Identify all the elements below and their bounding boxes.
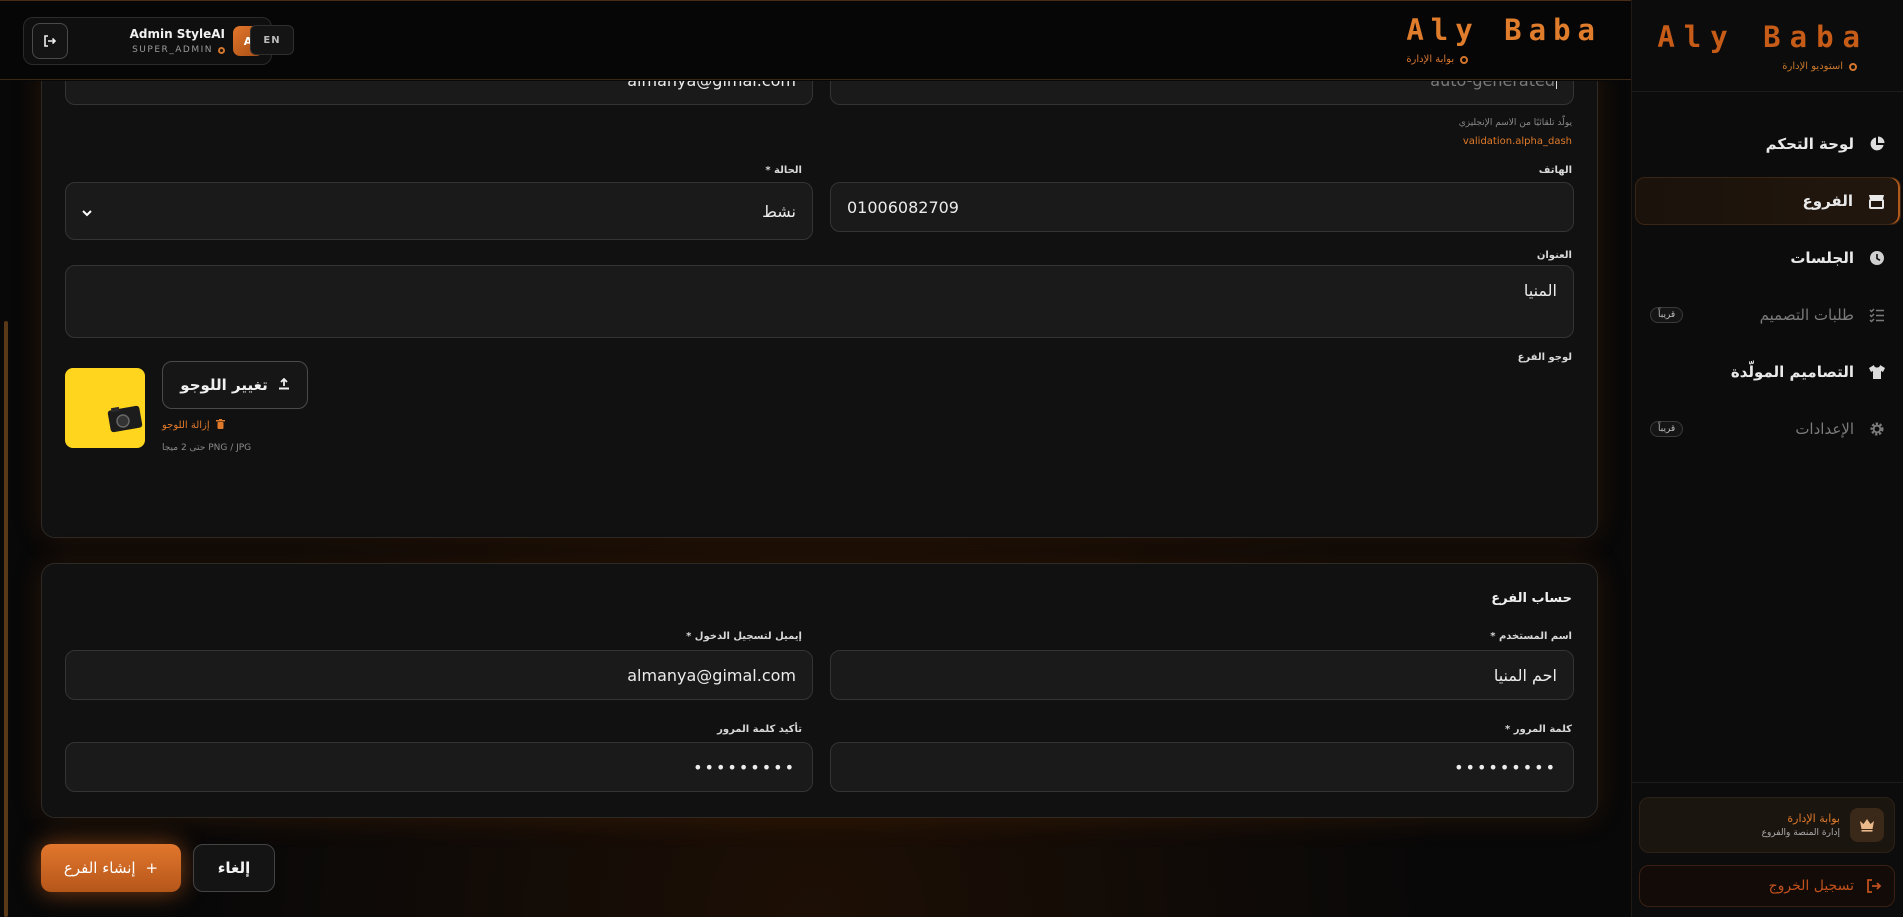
slug-error: validation.alpha_dash	[1462, 136, 1572, 147]
sidebar-subtitle-text: استوديو الإدارة	[1782, 61, 1843, 72]
shield-icon	[218, 46, 225, 54]
sidebar-item-label: الفروع	[1802, 192, 1853, 210]
user-profile: Admin StyleAI SUPER_ADMIN A	[23, 17, 272, 65]
logout-label: تسجيل الخروج	[1768, 878, 1854, 894]
remove-logo-link[interactable]: إزالة اللوجو	[162, 419, 225, 432]
status-label: الحالة *	[765, 165, 802, 176]
sidebar-subtitle: استوديو الإدارة	[1632, 61, 1869, 72]
exit-button[interactable]	[32, 23, 68, 59]
scrollbar[interactable]	[4, 321, 8, 917]
shield-icon	[1460, 55, 1469, 64]
sidebar-item-dashboard[interactable]: لوحة التحكم	[1635, 120, 1901, 168]
sidebar-item-label: الإعدادات	[1795, 420, 1854, 438]
list-check-icon	[1866, 304, 1888, 326]
logout-icon	[44, 35, 57, 47]
confirm-password-input[interactable]: •••••••••	[65, 742, 813, 792]
topbar-brand: Aly Baba بوابة الإدارة	[1406, 15, 1602, 65]
coming-soon-badge: قريباً	[1650, 421, 1684, 437]
logout-icon	[1866, 878, 1882, 894]
change-logo-button[interactable]: تغيير اللوجو	[162, 361, 308, 409]
user-name: Admin StyleAI	[129, 27, 225, 41]
topbar: Admin StyleAI SUPER_ADMIN A EN Aly Baba …	[0, 0, 1631, 80]
branch-account-card: حساب الفرع اسم المستخدم * احم المنيا إيم…	[41, 563, 1598, 818]
cancel-button[interactable]: إلغاء	[193, 844, 275, 892]
main-content: almanya@gimal.com auto-generated يولّد ت…	[0, 81, 1631, 917]
chevron-down-icon	[82, 202, 92, 221]
sidebar-item-label: الجلسات	[1790, 249, 1854, 267]
crown-icon	[1850, 808, 1884, 842]
logo-note: PNG / JPG حتى 2 ميجا	[162, 443, 252, 453]
username-input[interactable]: احم المنيا	[830, 650, 1574, 700]
confirm-password-label: تأكيد كلمة المرور	[717, 724, 802, 735]
language-toggle[interactable]: EN	[250, 25, 294, 55]
shirt-icon	[1866, 361, 1888, 383]
topbar-subtitle: بوابة الإدارة	[1406, 54, 1602, 65]
section-title: حساب الفرع	[1491, 591, 1572, 606]
plus-icon: +	[145, 859, 159, 877]
email-field[interactable]: almanya@gimal.com	[65, 81, 813, 105]
sidebar-item-branches[interactable]: الفروع	[1635, 177, 1901, 225]
slug-hint: يولّد تلقائيًا من الاسم الإنجليزي	[1458, 118, 1572, 128]
gear-icon	[1866, 418, 1888, 440]
remove-logo-label: إزالة اللوجو	[162, 420, 210, 431]
sidebar-brand: Aly Baba استوديو الإدارة	[1632, 0, 1903, 92]
username-label: اسم المستخدم *	[1490, 631, 1572, 642]
branch-info-card: almanya@gimal.com auto-generated يولّد ت…	[41, 81, 1598, 538]
user-role-text: SUPER_ADMIN	[132, 45, 213, 55]
sidebar-item-generated-designs[interactable]: التصاميم المولّدة	[1635, 348, 1901, 396]
portal-card-title: بوابة الإدارة	[1787, 812, 1840, 825]
user-info: Admin StyleAI SUPER_ADMIN	[68, 27, 233, 55]
sidebar-item-label: طلبات التصميم	[1759, 306, 1854, 324]
address-value: المنيا	[1523, 281, 1557, 300]
sidebar-item-label: التصاميم المولّدة	[1730, 363, 1854, 381]
sidebar-item-label: لوحة التحكم	[1765, 135, 1854, 153]
shield-icon	[1849, 62, 1857, 71]
phone-input[interactable]: 01006082709	[830, 182, 1574, 232]
user-role: SUPER_ADMIN	[68, 45, 225, 55]
create-branch-button[interactable]: + إنشاء الفرع	[41, 844, 181, 892]
admin-portal-card: بوابة الإدارة إدارة المنصة والفروع	[1639, 797, 1895, 853]
brand-logo: Aly Baba	[1657, 20, 1869, 54]
sidebar: Aly Baba استوديو الإدارة لوحة التحكم الف…	[1631, 0, 1903, 917]
store-icon	[1865, 190, 1887, 212]
create-branch-label: إنشاء الفرع	[63, 859, 136, 877]
branch-logo-image	[65, 368, 145, 448]
login-email-label: إيميل لتسجيل الدخول *	[686, 631, 802, 642]
status-value: نشط	[762, 201, 796, 221]
trash-icon	[215, 419, 225, 432]
password-input[interactable]: •••••••••	[830, 742, 1574, 792]
sidebar-footer: بوابة الإدارة إدارة المنصة والفروع تسجيل…	[1631, 782, 1903, 917]
upload-icon	[278, 376, 290, 394]
slug-placeholder: auto-generated	[1430, 81, 1555, 90]
topbar-subtitle-text: بوابة الإدارة	[1406, 54, 1455, 65]
logout-button[interactable]: تسجيل الخروج	[1639, 865, 1895, 907]
brand-logo: Aly Baba	[1406, 13, 1602, 47]
password-label: كلمة المرور *	[1505, 724, 1572, 735]
address-textarea[interactable]: المنيا	[65, 265, 1574, 338]
slug-input[interactable]: auto-generated	[830, 81, 1574, 105]
status-select[interactable]: نشط	[65, 182, 813, 240]
pie-chart-icon	[1866, 133, 1888, 155]
sidebar-nav: لوحة التحكم الفروع الجلسات طلبات التصميم…	[1632, 92, 1903, 453]
change-logo-label: تغيير اللوجو	[180, 376, 268, 394]
login-email-input[interactable]: almanya@gimal.com	[65, 650, 813, 700]
sidebar-item-design-requests[interactable]: طلبات التصميم قريباً	[1635, 291, 1901, 339]
phone-label: الهاتف	[1538, 165, 1572, 176]
logo-label: لوجو الفرع	[1517, 352, 1572, 363]
coming-soon-badge: قريباً	[1650, 307, 1684, 323]
address-label: العنوان	[1536, 250, 1572, 261]
portal-card-subtitle: إدارة المنصة والفروع	[1761, 828, 1840, 838]
sidebar-item-sessions[interactable]: الجلسات	[1635, 234, 1901, 282]
clock-icon	[1866, 247, 1888, 269]
sidebar-item-settings[interactable]: الإعدادات قريباً	[1635, 405, 1901, 453]
